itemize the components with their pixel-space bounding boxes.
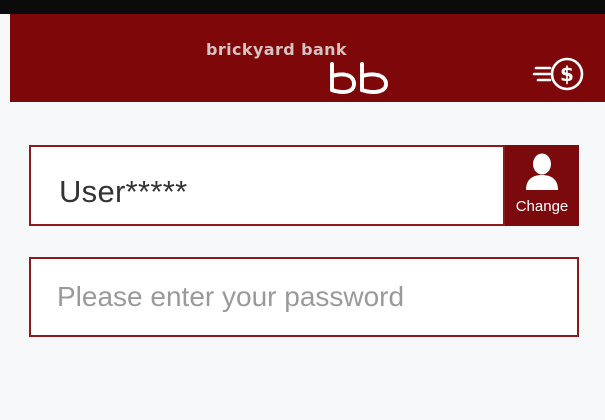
status-bar	[0, 0, 605, 14]
svg-text:$: $	[560, 62, 574, 86]
username-row: User***** Change	[29, 145, 579, 226]
user-icon	[526, 153, 558, 190]
brand-logo: brickyard bank	[206, 40, 406, 98]
app-header: brickyard bank $	[10, 14, 605, 102]
money-menu-icon: $	[532, 57, 584, 91]
username-value: User*****	[59, 174, 188, 209]
change-user-button[interactable]: Change	[505, 145, 579, 226]
username-field: User*****	[29, 145, 505, 226]
money-menu-button[interactable]: $	[532, 52, 588, 96]
brand-name: brickyard bank	[206, 40, 347, 59]
change-label: Change	[515, 198, 569, 215]
password-field	[29, 257, 579, 337]
bb-logo-icon	[330, 62, 389, 94]
password-input[interactable]	[57, 277, 557, 317]
